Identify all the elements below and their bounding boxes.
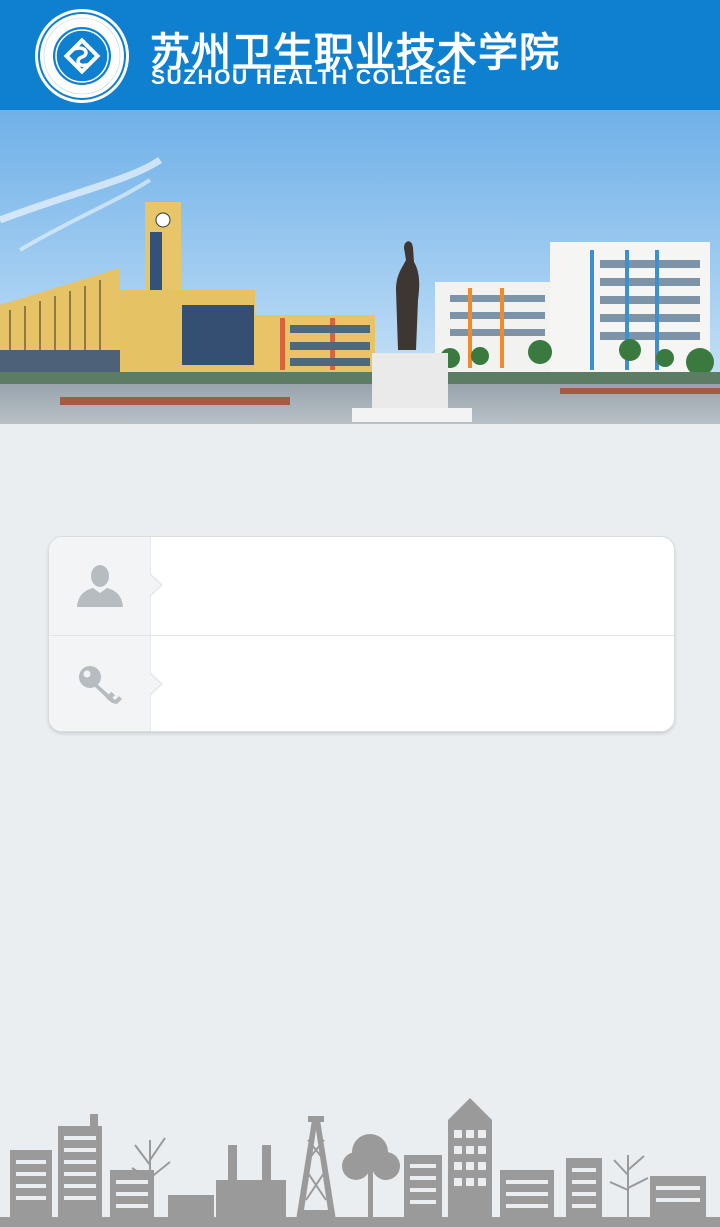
campus-banner-image xyxy=(0,110,720,424)
college-name-en: SUZHOU HEALTH COLLEGE xyxy=(151,66,468,89)
username-pointer xyxy=(150,575,161,595)
login-form xyxy=(48,536,675,732)
username-input[interactable] xyxy=(161,537,661,635)
username-icon-cell xyxy=(49,537,151,635)
password-row xyxy=(49,635,674,731)
password-input[interactable] xyxy=(161,636,661,731)
password-icon-cell xyxy=(49,636,151,731)
city-skyline-illustration xyxy=(0,1098,720,1227)
username-row xyxy=(49,537,674,635)
app-header: 苏州卫生职业技术学院 SUZHOU HEALTH COLLEGE xyxy=(0,0,720,110)
password-pointer xyxy=(150,674,161,694)
key-icon xyxy=(79,666,122,704)
user-icon xyxy=(77,565,123,607)
college-logo xyxy=(35,9,129,103)
